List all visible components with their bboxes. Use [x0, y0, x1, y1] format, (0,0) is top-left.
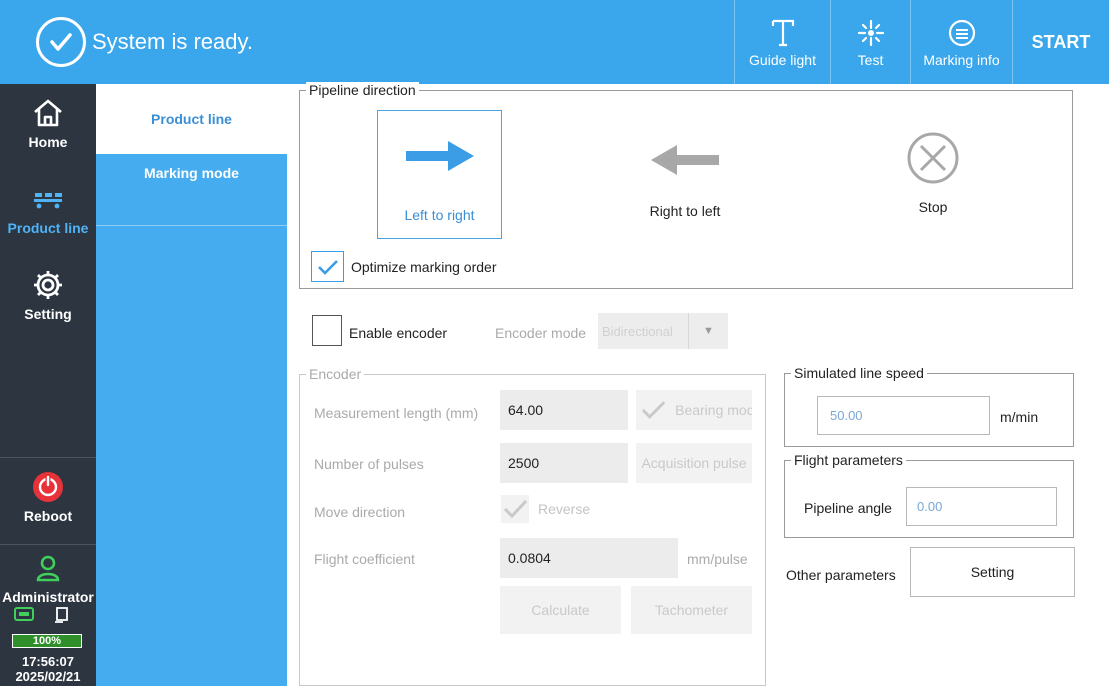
- measurement-length-label: Measurement length (mm): [314, 405, 479, 421]
- power-icon: [31, 470, 65, 504]
- top-actions: Guide light Test Marking info START: [734, 0, 1109, 84]
- reverse-checkbox[interactable]: Reverse: [500, 494, 590, 524]
- status-area: System is ready.: [0, 0, 253, 84]
- checkmark-icon: [641, 401, 666, 419]
- arrow-right-icon: [405, 140, 474, 171]
- number-of-pulses-field[interactable]: 2500: [500, 443, 628, 483]
- nav-product-line-label: Product line: [7, 220, 89, 236]
- test-button[interactable]: Test: [830, 0, 910, 84]
- encoder-mode-select[interactable]: Bidirectional ▼: [598, 313, 728, 349]
- nav-administrator-label: Administrator: [2, 589, 94, 605]
- test-icon: [855, 16, 887, 50]
- main-sidebar: Home Product line Setting Reboot Adminis…: [0, 84, 96, 686]
- measurement-length-field[interactable]: 64.00: [500, 390, 628, 430]
- acquisition-pulse-button[interactable]: Acquisition pulse: [636, 443, 752, 483]
- sub-sidebar: Product line Marking mode: [96, 84, 287, 686]
- enable-encoder-label: Enable encoder: [349, 325, 448, 341]
- start-label: START: [1031, 31, 1091, 52]
- checkmark-icon: [317, 259, 338, 275]
- simulated-speed-input[interactable]: 50.00: [817, 396, 990, 435]
- nav-reboot-label: Reboot: [23, 508, 73, 524]
- left-to-right-button[interactable]: Left to right: [377, 110, 502, 239]
- top-bar: System is ready. Guide light Test Markin…: [0, 0, 1109, 84]
- stop-icon: [907, 132, 959, 183]
- reverse-label: Reverse: [538, 501, 591, 517]
- user-icon: [33, 551, 63, 585]
- usb-icon: [14, 607, 34, 621]
- device-icons: [14, 607, 70, 623]
- right-to-left-label: Right to left: [649, 202, 721, 219]
- start-button[interactable]: START: [1012, 0, 1109, 84]
- nav-administrator[interactable]: Administrator: [0, 551, 96, 605]
- number-of-pulses-label: Number of pulses: [314, 456, 424, 472]
- check-icon: [36, 17, 86, 67]
- flight-coefficient-unit: mm/pulse: [687, 551, 748, 567]
- other-parameters-label: Other parameters: [786, 567, 896, 583]
- nav-setting-label: Setting: [24, 306, 72, 322]
- flight-coefficient-label: Flight coefficient: [314, 551, 415, 567]
- nav-divider: [0, 457, 96, 458]
- marking-info-button[interactable]: Marking info: [910, 0, 1012, 84]
- nav-home-label: Home: [28, 134, 68, 150]
- home-icon: [31, 96, 65, 130]
- checkmark-icon: [501, 495, 529, 523]
- chevron-down-icon: ▼: [688, 313, 728, 349]
- device-icon: [55, 607, 68, 623]
- stop-label: Stop: [918, 198, 948, 215]
- gear-icon: [31, 268, 65, 302]
- nav-home[interactable]: Home: [0, 96, 96, 150]
- subnav-marking-mode[interactable]: Marking mode: [96, 154, 287, 226]
- encoder-mode-label: Encoder mode: [495, 325, 587, 341]
- pipeline-angle-input[interactable]: 0.00: [906, 487, 1057, 526]
- clock: 17:56:07 2025/02/21: [0, 654, 96, 684]
- bearing-mode-label: Bearing mod: [675, 402, 752, 418]
- pipeline-direction-legend: Pipeline direction: [306, 82, 419, 98]
- optimize-order-label: Optimize marking order: [351, 259, 497, 275]
- stop-button[interactable]: Stop: [868, 110, 998, 239]
- other-parameters-setting-button[interactable]: Setting: [910, 547, 1075, 597]
- flight-parameters-legend: Flight parameters: [791, 452, 906, 468]
- guide-light-button[interactable]: Guide light: [734, 0, 830, 84]
- encoder-legend: Encoder: [306, 366, 365, 382]
- simulated-speed-unit: m/min: [1000, 409, 1039, 425]
- nav-setting[interactable]: Setting: [0, 268, 96, 322]
- left-to-right-label: Left to right: [404, 206, 475, 223]
- clock-time: 17:56:07: [21, 654, 75, 669]
- battery-indicator: 100%: [12, 634, 82, 648]
- bearing-mode-checkbox[interactable]: Bearing mod: [636, 390, 752, 430]
- move-direction-label: Move direction: [314, 504, 406, 520]
- tachometer-button[interactable]: Tachometer: [631, 586, 752, 634]
- arrow-left-icon: [651, 144, 719, 175]
- calculate-button[interactable]: Calculate: [500, 586, 621, 634]
- guide-light-icon: [770, 16, 796, 50]
- encoder-mode-value: Bidirectional: [602, 323, 673, 339]
- enable-encoder-checkbox[interactable]: [312, 315, 342, 346]
- nav-product-line[interactable]: Product line: [0, 182, 96, 236]
- right-to-left-button[interactable]: Right to left: [620, 110, 750, 239]
- status-text: System is ready.: [92, 29, 253, 54]
- guide-light-label: Guide light: [749, 52, 816, 68]
- info-list-icon: [947, 16, 977, 50]
- simulated-speed-legend: Simulated line speed: [791, 365, 927, 381]
- nav-reboot[interactable]: Reboot: [0, 470, 96, 524]
- pipeline-angle-label: Pipeline angle: [804, 500, 892, 516]
- optimize-order-checkbox[interactable]: [311, 251, 344, 282]
- subnav-product-line[interactable]: Product line: [96, 84, 287, 154]
- test-label: Test: [857, 52, 884, 68]
- product-line-icon: [31, 182, 65, 216]
- flight-coefficient-field[interactable]: 0.0804: [500, 538, 678, 578]
- clock-date: 2025/02/21: [15, 669, 81, 684]
- nav-divider: [0, 544, 96, 545]
- marking-info-label: Marking info: [923, 52, 1000, 68]
